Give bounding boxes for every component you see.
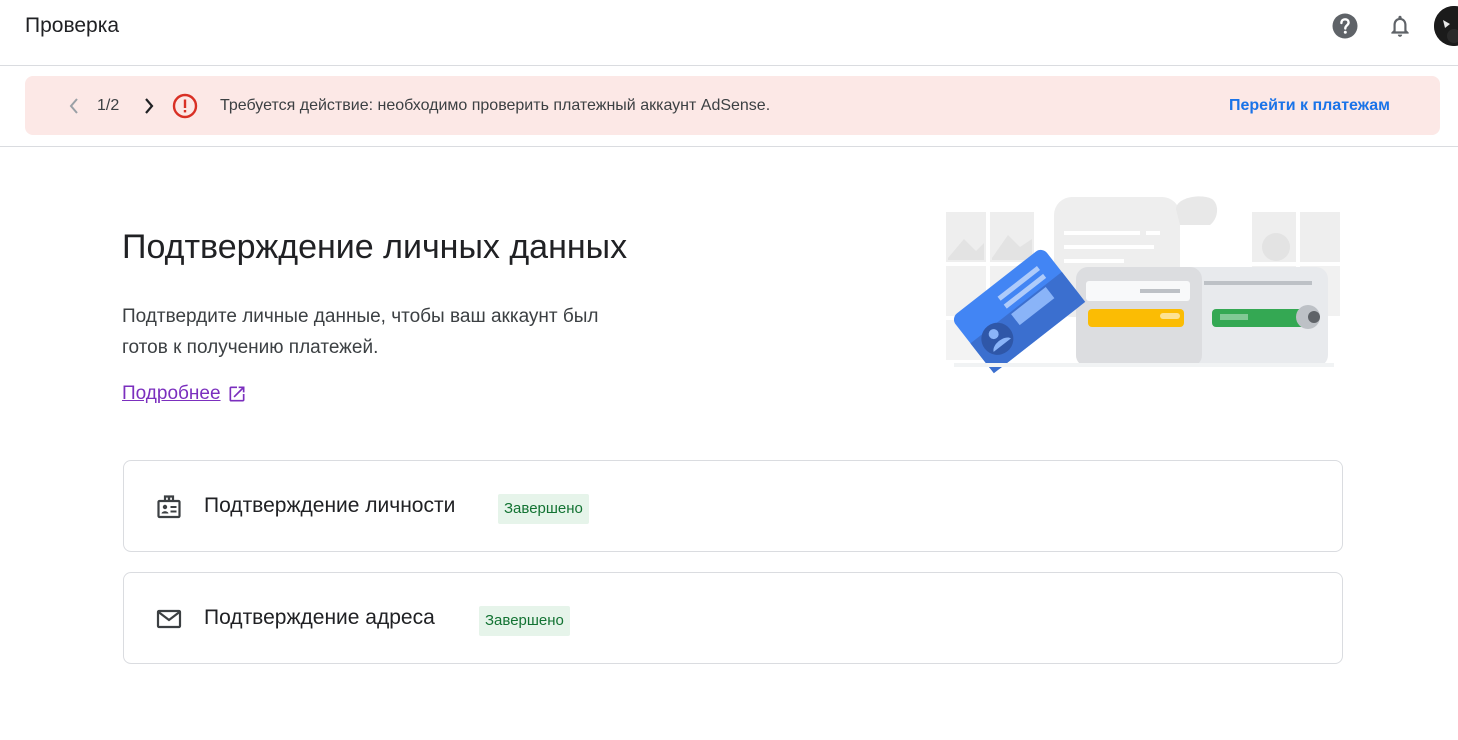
alert-banner-section: 1/2 Требуется действие: необходимо прове… [0,66,1458,147]
action-required-banner: 1/2 Требуется действие: необходимо прове… [25,76,1440,135]
identity-verification-card[interactable]: Подтверждение личности Завершено [123,460,1343,552]
external-link-icon [229,386,245,402]
notifications-bell-icon[interactable] [1386,12,1414,40]
section-heading: Подтверждение личных данных [122,228,628,266]
mail-icon [155,605,183,633]
section-description: Подтвердите личные данные, чтобы ваш акк… [122,306,599,358]
banner-pager: 1/2 [97,97,120,114]
identity-verification-title: Подтверждение личности [204,494,456,517]
chevron-right-icon [145,98,154,114]
banner-next-button[interactable] [138,94,160,118]
go-to-payments-link[interactable]: Перейти к платежам [1229,97,1390,115]
banner-prev-button[interactable] [63,94,85,118]
status-badge: Завершено [498,494,589,524]
banner-message: Требуется действие: необходимо проверить… [220,97,771,114]
verification-illustration [940,195,1345,375]
id-badge-icon [155,493,183,521]
learn-more-link[interactable]: Подробнее [122,383,247,405]
error-icon [172,93,198,124]
learn-more-label: Подробнее [122,383,221,404]
top-app-bar: Проверка [0,0,1458,66]
page-title: Проверка [25,14,120,37]
chevron-left-icon [69,98,78,114]
status-badge: Завершено [479,606,570,636]
address-verification-card[interactable]: Подтверждение адреса Завершено [123,572,1343,664]
help-icon[interactable] [1331,12,1359,40]
address-verification-title: Подтверждение адреса [204,606,435,629]
account-avatar[interactable] [1434,6,1458,46]
